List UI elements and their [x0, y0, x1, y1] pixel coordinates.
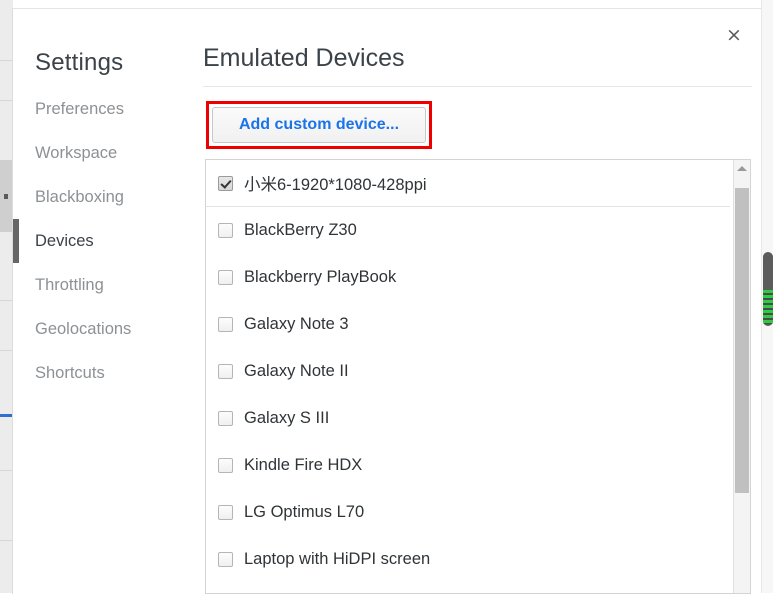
- emulated-devices-list: 小米6-1920*1080-428ppi BlackBerry Z30 Blackb…: [205, 159, 751, 594]
- sidebar-item-label: Throttling: [35, 275, 104, 294]
- device-list-item[interactable]: Kindle Fire HDX: [206, 442, 730, 489]
- checkbox-unchecked[interactable]: [218, 317, 233, 332]
- device-list-item[interactable]: Galaxy S III: [206, 395, 730, 442]
- device-list-item[interactable]: Galaxy Note II: [206, 348, 730, 395]
- sidebar-item-label: Blackboxing: [35, 187, 124, 206]
- checkbox-unchecked[interactable]: [218, 270, 233, 285]
- device-name-label: Galaxy Note 3: [244, 315, 349, 333]
- device-name-label: LG Optimus L70: [244, 503, 365, 521]
- device-name-label: BlackBerry Z30: [244, 221, 357, 239]
- scrollbar-thumb[interactable]: [735, 188, 749, 493]
- device-name-label: Laptop with HiDPI screen: [244, 550, 431, 568]
- device-list-item[interactable]: LG Optimus L70: [206, 489, 730, 536]
- settings-dialog: × Settings Preferences Workspace Blackboxi…: [12, 8, 762, 594]
- device-list-item[interactable]: Blackberry PlayBook: [206, 254, 730, 301]
- sidebar-item-label: Preferences: [35, 99, 124, 118]
- add-custom-device-button[interactable]: Add custom device...: [212, 107, 426, 143]
- sidebar-item-preferences[interactable]: Preferences: [13, 87, 193, 131]
- sidebar-item-shortcuts[interactable]: Shortcuts: [13, 351, 193, 395]
- sidebar-item-label: Shortcuts: [35, 363, 105, 382]
- checkbox-unchecked[interactable]: [218, 411, 233, 426]
- device-list-item[interactable]: Galaxy Note 3: [206, 301, 730, 348]
- page-scrollbar[interactable]: [761, 0, 773, 593]
- sidebar-item-label: Geolocations: [35, 319, 132, 338]
- device-list-scrollbar[interactable]: [733, 160, 750, 593]
- page-title: Settings: [35, 49, 124, 76]
- device-list-item[interactable]: 小米6-1920*1080-428ppi: [206, 160, 730, 207]
- scroll-progress-stripes: [763, 290, 773, 324]
- checkbox-unchecked[interactable]: [218, 364, 233, 379]
- device-rows-container: 小米6-1920*1080-428ppi BlackBerry Z30 Blackb…: [206, 160, 730, 583]
- content-heading: Emulated Devices: [203, 44, 405, 72]
- device-name-label: Kindle Fire HDX: [244, 456, 363, 474]
- page-scrollbar-thumb[interactable]: [763, 252, 773, 326]
- checkbox-unchecked[interactable]: [218, 458, 233, 473]
- device-name-label: Galaxy Note II: [244, 362, 349, 380]
- sidebar-item-label: Devices: [35, 231, 94, 250]
- settings-sidebar: Settings Preferences Workspace Blackboxing…: [13, 9, 193, 594]
- checkbox-unchecked[interactable]: [218, 505, 233, 520]
- sidebar-item-throttling[interactable]: Throttling: [13, 263, 193, 307]
- checkbox-unchecked[interactable]: [218, 223, 233, 238]
- sidebar-item-blackboxing[interactable]: Blackboxing: [13, 175, 193, 219]
- settings-content: Emulated Devices Add custom device... 小米…: [193, 9, 762, 594]
- scroll-up-arrow-icon[interactable]: [734, 160, 750, 177]
- checkbox-unchecked[interactable]: [218, 552, 233, 567]
- sidebar-item-geolocations[interactable]: Geolocations: [13, 307, 193, 351]
- sidebar-item-label: Workspace: [35, 143, 118, 162]
- sidebar-selection-indicator: [13, 219, 19, 263]
- sidebar-nav-list: Preferences Workspace Blackboxing Devices Th…: [13, 87, 193, 395]
- title-divider: [203, 86, 752, 87]
- device-name-label: Blackberry PlayBook: [244, 268, 397, 286]
- device-name-label: Galaxy S III: [244, 409, 330, 427]
- device-list-item[interactable]: BlackBerry Z30: [206, 207, 730, 254]
- checkbox-checked[interactable]: [218, 175, 233, 191]
- sidebar-item-workspace[interactable]: Workspace: [13, 131, 193, 175]
- device-list-item[interactable]: Laptop with HiDPI screen: [206, 536, 730, 583]
- sidebar-item-devices[interactable]: Devices: [13, 219, 193, 263]
- device-name-label: 小米6-1920*1080-428ppi: [244, 176, 427, 194]
